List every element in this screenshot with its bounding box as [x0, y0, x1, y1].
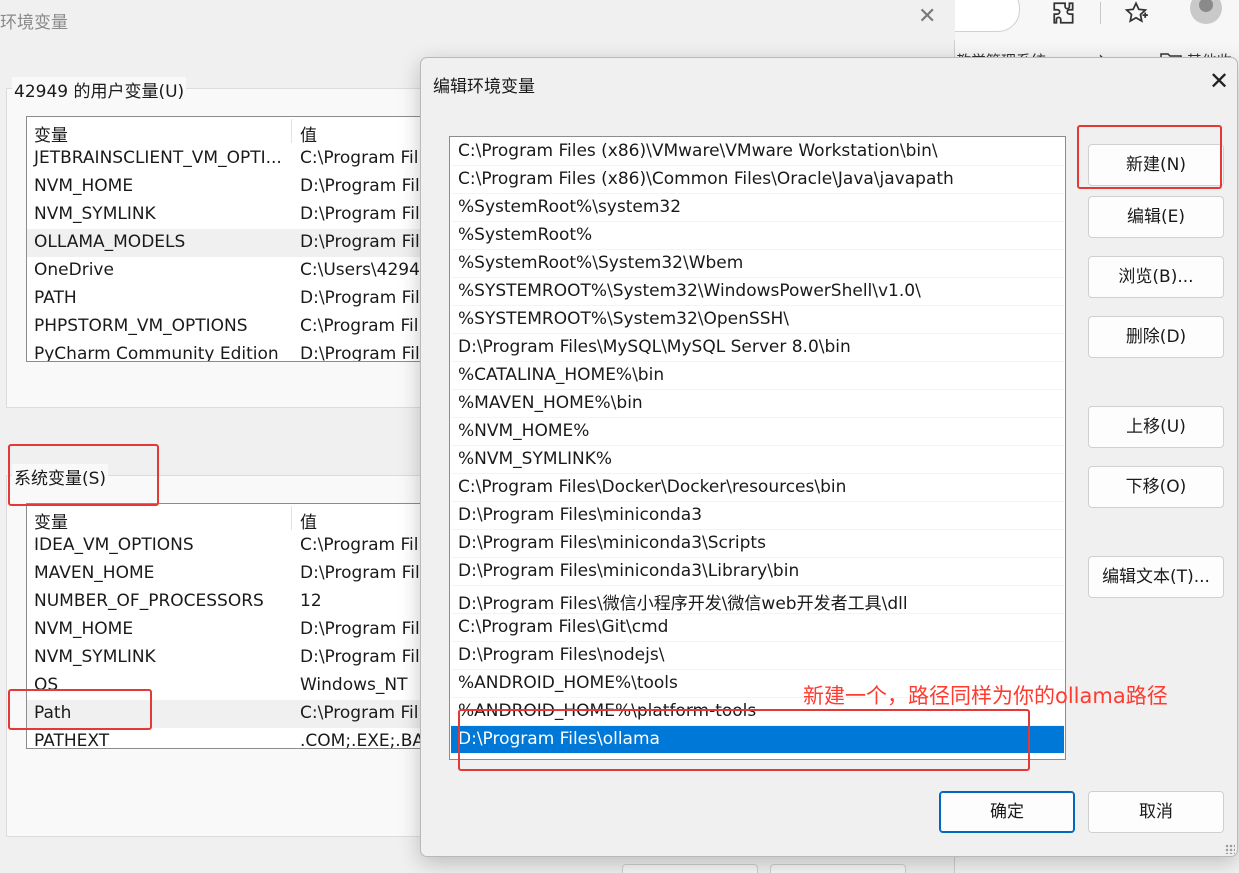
variable-name: PyCharm Community Edition — [34, 344, 279, 362]
ok-button[interactable]: 确定 — [939, 791, 1075, 833]
delete-button[interactable]: 删除(D) — [1088, 316, 1224, 358]
variable-name: NVM_SYMLINK — [34, 204, 156, 224]
parent-dialog-title: 环境变量 — [0, 13, 68, 33]
parent-titlebar: 环境变量 ✕ — [0, 0, 955, 40]
edit-text-button[interactable]: 编辑文本(T)... — [1088, 556, 1224, 598]
variable-name: OneDrive — [34, 260, 114, 280]
path-list-item[interactable]: D:\Program Files\miniconda3\Scripts — [451, 530, 1064, 558]
variable-name: PATHEXT — [34, 731, 110, 749]
browse-button[interactable]: 浏览(B)... — [1088, 256, 1224, 298]
table-row[interactable]: NVM_HOME D:\Program Fil — [27, 616, 445, 644]
table-row[interactable]: PATH D:\Program Fil — [27, 285, 445, 313]
path-list-item[interactable]: %SystemRoot% — [451, 222, 1064, 250]
variable-value: D:\Program Fil — [300, 288, 420, 308]
variable-value: C:\Program Fil — [300, 535, 419, 555]
path-list-item[interactable]: %CATALINA_HOME%\bin — [451, 362, 1064, 390]
user-variables-list[interactable]: 变量 值 JETBRAINSCLIENT_VM_OPTI... C:\Progra… — [26, 116, 446, 362]
path-list-item[interactable]: %NVM_SYMLINK% — [451, 446, 1064, 474]
column-header-variable[interactable]: 变量 — [34, 121, 68, 146]
parent-cancel-button[interactable] — [770, 864, 906, 873]
table-row[interactable]: PHPSTORM_VM_OPTIONS C:\Program Fil — [27, 313, 445, 341]
highlight-ollama-path — [458, 709, 1030, 771]
table-row[interactable]: PATHEXT .COM;.EXE;.BA — [27, 728, 445, 749]
highlight-path-variable — [8, 689, 152, 730]
table-row[interactable]: JETBRAINSCLIENT_VM_OPTI... C:\Program Fil — [27, 145, 445, 173]
variable-name: IDEA_VM_OPTIONS — [34, 535, 194, 555]
system-vars-header: 变量 值 — [27, 504, 445, 533]
table-row[interactable]: NUMBER_OF_PROCESSORS 12 — [27, 588, 445, 616]
variable-name: PATH — [34, 288, 77, 308]
variable-name: NUMBER_OF_PROCESSORS — [34, 591, 264, 611]
path-list-item[interactable]: %NVM_HOME% — [451, 418, 1064, 446]
path-list-item[interactable]: C:\Program Files\Docker\Docker\resources… — [451, 474, 1064, 502]
highlight-system-variables — [8, 444, 159, 506]
path-list-item[interactable]: %SystemRoot%\system32 — [451, 194, 1064, 222]
cancel-button[interactable]: 取消 — [1088, 791, 1224, 833]
variable-value: Windows_NT — [300, 675, 408, 695]
variable-value: 12 — [300, 591, 322, 611]
column-header-variable[interactable]: 变量 — [34, 508, 68, 533]
table-row[interactable]: IDEA_VM_OPTIONS C:\Program Fil — [27, 532, 445, 560]
variable-value: D:\Program Fil — [300, 344, 420, 362]
variable-value: D:\Program Fil — [300, 204, 420, 224]
variable-value: D:\Program Fil — [300, 647, 420, 667]
variable-name: NVM_HOME — [34, 176, 134, 196]
edit-button[interactable]: 编辑(E) — [1088, 196, 1224, 238]
variable-value: .COM;.EXE;.BA — [300, 731, 425, 749]
close-icon[interactable]: ✕ — [1209, 67, 1229, 95]
extensions-icon[interactable] — [1050, 0, 1078, 28]
path-list-item[interactable]: %MAVEN_HOME%\bin — [451, 390, 1064, 418]
path-list-item[interactable]: D:\Program Files\nodejs\ — [451, 642, 1064, 670]
path-list-item[interactable]: %SYSTEMROOT%\System32\OpenSSH\ — [451, 306, 1064, 334]
variable-value: D:\Program Fil — [300, 232, 420, 252]
path-list[interactable]: C:\Program Files (x86)\VMware\VMware Wor… — [449, 136, 1066, 760]
variable-name: PHPSTORM_VM_OPTIONS — [34, 316, 248, 336]
variable-value: D:\Program Fil — [300, 563, 420, 583]
table-row[interactable]: OneDrive C:\Users\4294 — [27, 257, 445, 285]
variable-name: JETBRAINSCLIENT_VM_OPTI... — [34, 148, 282, 168]
path-list-item[interactable]: %SystemRoot%\System32\Wbem — [451, 250, 1064, 278]
path-list-item[interactable]: D:\Program Files\MySQL\MySQL Server 8.0\… — [451, 334, 1064, 362]
variable-name: NVM_HOME — [34, 619, 134, 639]
path-list-item[interactable]: C:\Program Files (x86)\Common Files\Orac… — [451, 166, 1064, 194]
table-row[interactable]: NVM_SYMLINK D:\Program Fil — [27, 201, 445, 229]
variable-name: MAVEN_HOME — [34, 563, 155, 583]
table-row[interactable]: OLLAMA_MODELS D:\Program Fil — [27, 229, 445, 257]
column-header-value[interactable]: 值 — [300, 121, 317, 146]
path-list-item[interactable]: D:\Program Files\miniconda3\Library\bin — [451, 558, 1064, 586]
move-down-button[interactable]: 下移(O) — [1088, 466, 1224, 508]
variable-value: C:\Program Fil — [300, 316, 419, 336]
variable-name: NVM_SYMLINK — [34, 647, 156, 667]
path-list-item[interactable]: D:\Program Files\微信小程序开发\微信web开发者工具\dll — [451, 586, 1064, 614]
table-row[interactable]: MAVEN_HOME D:\Program Fil — [27, 560, 445, 588]
variable-name: OLLAMA_MODELS — [34, 232, 186, 252]
path-list-item[interactable]: %SYSTEMROOT%\System32\WindowsPowerShell\… — [451, 278, 1064, 306]
highlight-new-button — [1077, 125, 1222, 189]
path-list-item[interactable]: C:\Program Files\Git\cmd — [451, 614, 1064, 642]
edit-dialog-title: 编辑环境变量 — [433, 77, 535, 97]
path-list-item[interactable]: C:\Program Files (x86)\VMware\VMware Wor… — [451, 138, 1064, 166]
path-list-item[interactable]: D:\Program Files\miniconda3 — [451, 502, 1064, 530]
variable-value: C:\Program Fil — [300, 703, 419, 723]
variable-value: C:\Users\4294 — [300, 260, 420, 280]
user-variables-label: 42949 的用户变量(U) — [12, 77, 187, 102]
table-row[interactable]: PyCharm Community Edition D:\Program Fil — [27, 341, 445, 362]
variable-value: C:\Program Fil — [300, 148, 419, 168]
user-vars-header: 变量 值 — [27, 117, 445, 146]
parent-ok-button[interactable] — [622, 864, 758, 873]
favorites-icon[interactable] — [1122, 0, 1150, 28]
table-row[interactable]: NVM_HOME D:\Program Fil — [27, 173, 445, 201]
move-up-button[interactable]: 上移(U) — [1088, 406, 1224, 448]
parent-close-icon[interactable]: ✕ — [918, 4, 936, 29]
instruction-annotation: 新建一个，路径同样为你的ollama路径 — [803, 684, 1168, 708]
table-row[interactable]: NVM_SYMLINK D:\Program Fil — [27, 644, 445, 672]
variable-value: D:\Program Fil — [300, 176, 420, 196]
column-header-value[interactable]: 值 — [300, 508, 317, 533]
variable-value: D:\Program Fil — [300, 619, 420, 639]
resize-grip-icon[interactable] — [1225, 844, 1235, 854]
browser-divider — [1100, 2, 1101, 24]
